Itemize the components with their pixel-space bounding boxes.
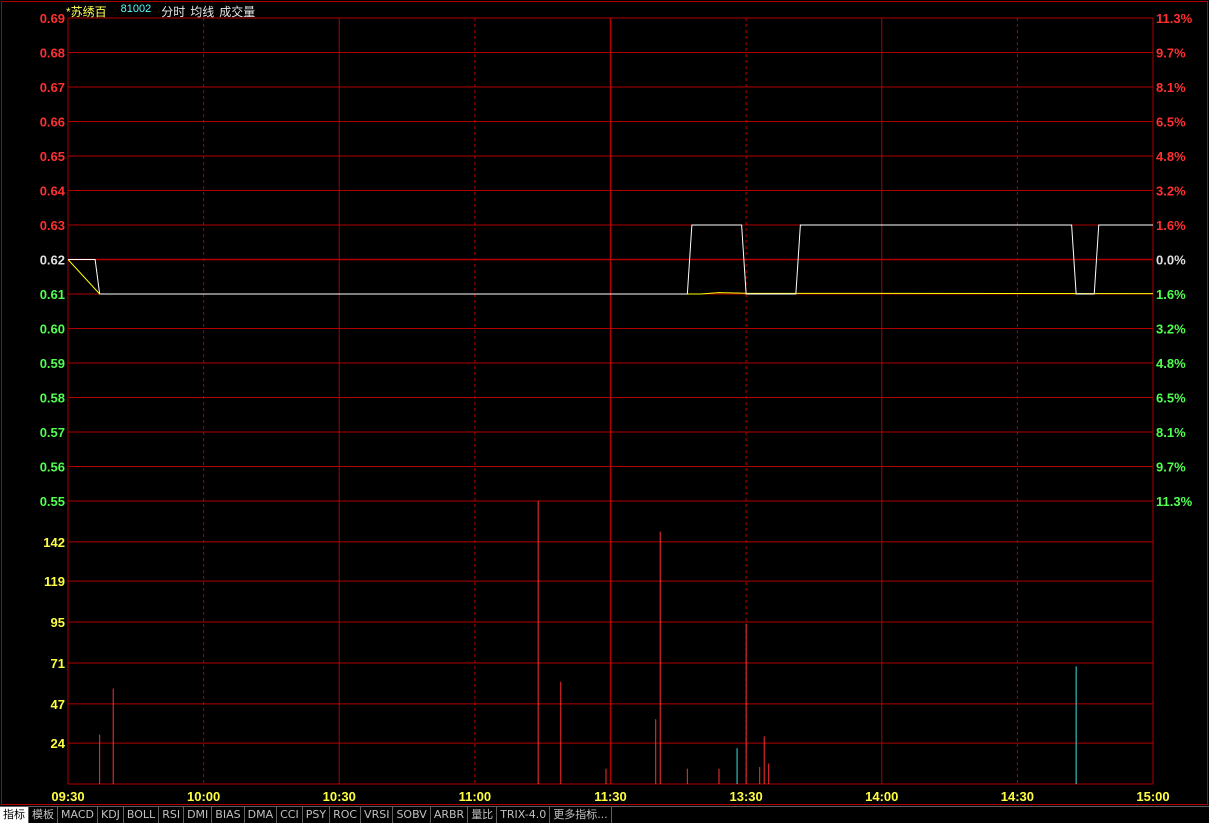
volume-tick-label: 71 [51, 656, 65, 671]
price-tick-label: 0.65 [40, 149, 65, 164]
indicator-tab[interactable]: DMA [245, 807, 278, 823]
percent-tick-label: 3.2% [1156, 322, 1186, 337]
price-tick-label: 0.68 [40, 46, 65, 61]
volume-tick-label: 95 [51, 615, 65, 630]
percent-tick-label: 6.5% [1156, 115, 1186, 130]
indicator-tab[interactable]: CCI [277, 807, 303, 823]
percent-tick-label: 6.5% [1156, 391, 1186, 406]
indicator-tab[interactable]: SOBV [393, 807, 431, 823]
indicator-tab[interactable]: MACD [58, 807, 98, 823]
stock-code: 81002 [120, 3, 152, 15]
time-tick-label: 11:00 [459, 789, 492, 804]
price-tick-label: 0.56 [40, 460, 65, 475]
price-tick-label: 0.64 [40, 184, 66, 199]
indicator-tab[interactable]: ROC [330, 807, 362, 823]
indicator-tab[interactable]: BIAS [212, 807, 245, 823]
time-tick-label: 14:00 [865, 789, 898, 804]
time-tick-label: 10:00 [187, 789, 220, 804]
price-tick-label: 0.67 [40, 80, 65, 95]
price-tick-label: 0.59 [40, 356, 65, 371]
percent-tick-label: 0.0% [1156, 253, 1186, 268]
stock-name: *苏绣百 [66, 5, 107, 19]
indicator-tab[interactable]: ARBR [431, 807, 469, 823]
indicator-tab[interactable]: RSI [159, 807, 185, 823]
volume-tick-label: 47 [51, 697, 65, 712]
indicator-tab[interactable]: 指标 [0, 807, 29, 823]
time-tick-label: 14:30 [1001, 789, 1034, 804]
volume-tick-label: 142 [43, 535, 65, 550]
time-tick-label: 10:30 [323, 789, 356, 804]
indicator-tab[interactable]: 量比 [468, 807, 498, 823]
percent-tick-label: 11.3% [1156, 11, 1193, 26]
time-tick-label: 13:30 [730, 789, 763, 804]
percent-tick-label: 8.1% [1156, 425, 1186, 440]
intraday-chart[interactable]: 0.69 11.3% 0.68 9.7% 0.67 8.1% 0.66 6.5% 0.65 4.8… [0, 0, 1209, 806]
volume-tick-label: 119 [44, 574, 65, 589]
indicator-tab[interactable]: KDJ [98, 807, 124, 823]
percent-tick-label: 11.3% [1156, 494, 1193, 509]
price-tick-label: 0.60 [40, 322, 65, 337]
indicator-tab[interactable]: BOLL [124, 807, 160, 823]
price-tick-label: 0.55 [40, 494, 65, 509]
volume-tick-label: 24 [51, 736, 66, 751]
price-tick-label: 0.61 [40, 287, 65, 302]
price-tick-label: 0.63 [40, 218, 65, 233]
chart-header: *苏绣百 81002 分时 均线 成交量 [66, 3, 260, 19]
indicator-tab[interactable]: 模板 [29, 807, 58, 823]
header-item-timeshare[interactable]: 分时 [161, 3, 185, 19]
price-tick-label: 0.62 [40, 253, 65, 268]
percent-tick-label: 3.2% [1156, 184, 1186, 199]
indicator-tab[interactable]: DMI [184, 807, 213, 823]
price-tick-label: 0.66 [40, 115, 65, 130]
time-tick-label: 15:00 [1136, 789, 1169, 804]
price-tick-label: 0.58 [40, 391, 65, 406]
indicator-tab[interactable]: VRSI [361, 807, 394, 823]
percent-tick-label: 4.8% [1156, 356, 1186, 371]
indicator-tab[interactable]: 更多指标... [550, 807, 612, 823]
price-tick-label: 0.57 [40, 425, 65, 440]
percent-tick-label: 9.7% [1156, 46, 1186, 61]
indicator-tab-bar: 指标 模板 MACD KDJ BOLL RSI DMI BIAS DMA CCI PSY ROC VRS… [0, 806, 1209, 823]
time-tick-label: 09:30 [51, 789, 84, 804]
header-item-average-line[interactable]: 均线 [190, 3, 214, 19]
percent-tick-label: 1.6% [1156, 287, 1186, 302]
indicator-tab[interactable]: TRIX-4.0 [497, 807, 551, 823]
header-item-volume[interactable]: 成交量 [219, 3, 255, 19]
indicator-tab[interactable]: PSY [303, 807, 331, 823]
tab-bar-spacer [612, 807, 1209, 823]
price-tick-label: 0.69 [40, 11, 65, 26]
percent-tick-label: 1.6% [1156, 218, 1186, 233]
percent-tick-label: 9.7% [1156, 460, 1186, 475]
percent-tick-label: 8.1% [1156, 80, 1186, 95]
percent-tick-label: 4.8% [1156, 149, 1186, 164]
time-tick-label: 11:30 [594, 789, 627, 804]
